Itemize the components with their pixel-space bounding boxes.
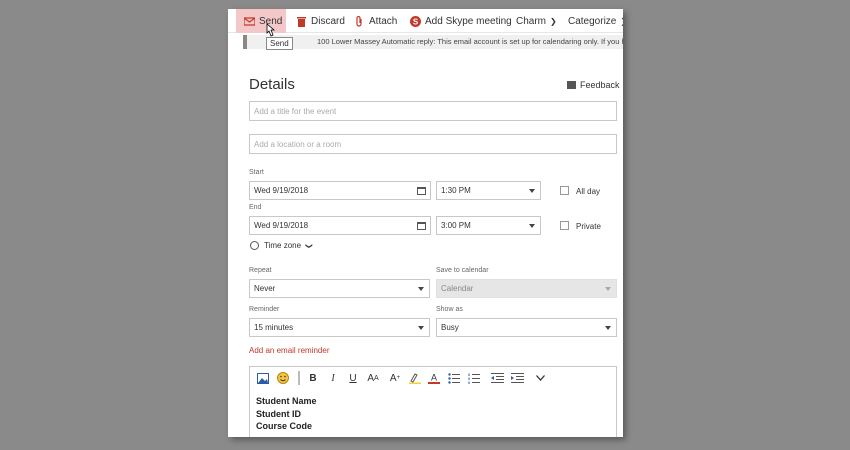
chevron-down-icon: ❯	[620, 17, 623, 26]
end-date-value: Wed 9/19/2018	[254, 221, 309, 230]
details-heading: Details	[249, 76, 295, 93]
font-color-icon[interactable]: A	[428, 371, 440, 385]
dropdown-arrow-icon	[529, 188, 535, 193]
calendar-event-window: Send Discard Attach S Add Skype meeting …	[228, 9, 623, 437]
chevron-down-icon: ❯	[550, 16, 557, 26]
show-as-label: Show as	[436, 306, 463, 313]
charm-label: Charm	[516, 15, 547, 27]
repeat-select[interactable]: Never	[249, 279, 430, 298]
trash-icon	[297, 16, 306, 27]
show-as-select[interactable]: Busy	[436, 318, 617, 337]
globe-icon	[250, 241, 259, 250]
discard-button[interactable]: Discard	[296, 9, 345, 33]
command-bar: Send Discard Attach S Add Skype meeting …	[228, 9, 623, 33]
pointer-cursor-icon	[266, 23, 276, 37]
send-button[interactable]: Send	[236, 9, 286, 33]
numbering-icon[interactable]	[467, 371, 481, 385]
italic-icon[interactable]: I	[327, 371, 339, 385]
add-skype-meeting-button[interactable]: S Add Skype meeting	[410, 9, 512, 33]
paperclip-icon	[356, 15, 362, 27]
categorize-button[interactable]: Categorize ❯	[568, 9, 623, 33]
event-title-input[interactable]: Add a title for the event	[249, 101, 617, 121]
chevron-down-icon: ❯	[305, 242, 312, 249]
end-date-input[interactable]: Wed 9/19/2018	[249, 216, 431, 235]
reminder-select[interactable]: 15 minutes	[249, 318, 430, 337]
dropdown-arrow-icon	[605, 286, 611, 291]
feedback-label: Feedback	[580, 80, 620, 90]
categorize-label: Categorize	[568, 15, 617, 27]
info-bar	[243, 35, 247, 49]
more-icon[interactable]	[534, 371, 546, 385]
dropdown-arrow-icon	[418, 325, 424, 330]
reminder-value: 15 minutes	[254, 323, 294, 332]
private-checkbox[interactable]	[560, 221, 569, 230]
emoji-icon[interactable]	[276, 371, 290, 385]
indent-icon[interactable]	[510, 371, 524, 385]
start-time-value: 1:30 PM	[441, 186, 471, 195]
body-line: Student Name	[256, 396, 317, 406]
body-line: Student ID	[256, 408, 301, 419]
send-icon	[244, 16, 255, 26]
calendar-icon[interactable]	[417, 187, 426, 195]
skype-label: Add Skype meeting	[425, 15, 512, 27]
svg-text:S: S	[413, 17, 419, 26]
format-toolbar: B I U AA A + A	[250, 367, 616, 389]
time-zone-toggle[interactable]: Time zone ❯	[250, 241, 312, 250]
bold-icon[interactable]: B	[307, 371, 319, 385]
event-location-input[interactable]: Add a location or a room	[249, 134, 617, 154]
calendar-icon[interactable]	[417, 222, 426, 230]
send-tooltip: Send	[266, 37, 293, 50]
all-day-checkbox[interactable]	[560, 186, 569, 195]
outdent-icon[interactable]	[490, 371, 504, 385]
skype-icon: S	[410, 15, 421, 27]
repeat-value: Never	[254, 284, 276, 293]
end-time-select[interactable]: 3:00 PM	[436, 216, 541, 235]
start-time-select[interactable]: 1:30 PM	[436, 181, 541, 200]
bullets-icon[interactable]	[447, 371, 461, 385]
save-to-calendar-select: Calendar	[436, 279, 617, 298]
dropdown-arrow-icon	[605, 325, 611, 330]
dropdown-arrow-icon	[418, 286, 424, 291]
feedback-link[interactable]: Feedback	[567, 80, 620, 90]
underline-icon[interactable]: U	[347, 371, 359, 385]
body-line: Course Code	[256, 421, 313, 431]
start-date-value: Wed 9/19/2018	[254, 186, 309, 195]
reminder-label: Reminder	[249, 306, 280, 313]
picture-icon[interactable]	[256, 371, 270, 385]
charm-button[interactable]: Charm ❯	[516, 9, 557, 33]
add-email-reminder-link[interactable]: Add an email reminder	[249, 346, 329, 355]
attach-label: Attach	[369, 15, 398, 27]
body-content[interactable]: Student Name Student ID Course Code	[256, 395, 317, 433]
all-day-label: All day	[576, 187, 601, 196]
save-to-calendar-value: Calendar	[441, 284, 474, 293]
start-label: Start	[249, 169, 264, 176]
dropdown-arrow-icon	[529, 223, 535, 228]
end-time-value: 3:00 PM	[441, 221, 471, 230]
body-editor[interactable]: B I U AA A + A Student Name Student ID C…	[249, 366, 617, 437]
end-label: End	[249, 204, 262, 211]
info-banner-text: 100 Lower Massey Automatic reply: This e…	[317, 37, 623, 46]
feedback-icon	[567, 81, 576, 89]
time-zone-label: Time zone	[264, 241, 302, 250]
repeat-label: Repeat	[249, 267, 272, 274]
show-as-value: Busy	[441, 323, 459, 332]
save-to-calendar-label: Save to calendar	[436, 267, 489, 274]
discard-label: Discard	[311, 15, 345, 27]
highlight-icon[interactable]	[409, 371, 421, 385]
private-label: Private	[576, 222, 601, 231]
grow-font-icon[interactable]: A +	[389, 371, 401, 385]
info-banner: 100 Lower Massey Automatic reply: This e…	[243, 35, 623, 49]
svg-text:A: A	[431, 373, 437, 383]
start-date-input[interactable]: Wed 9/19/2018	[249, 181, 431, 200]
font-size-icon[interactable]: AA	[366, 371, 380, 385]
attach-button[interactable]: Attach	[354, 9, 397, 33]
toolbar-divider	[298, 371, 300, 385]
